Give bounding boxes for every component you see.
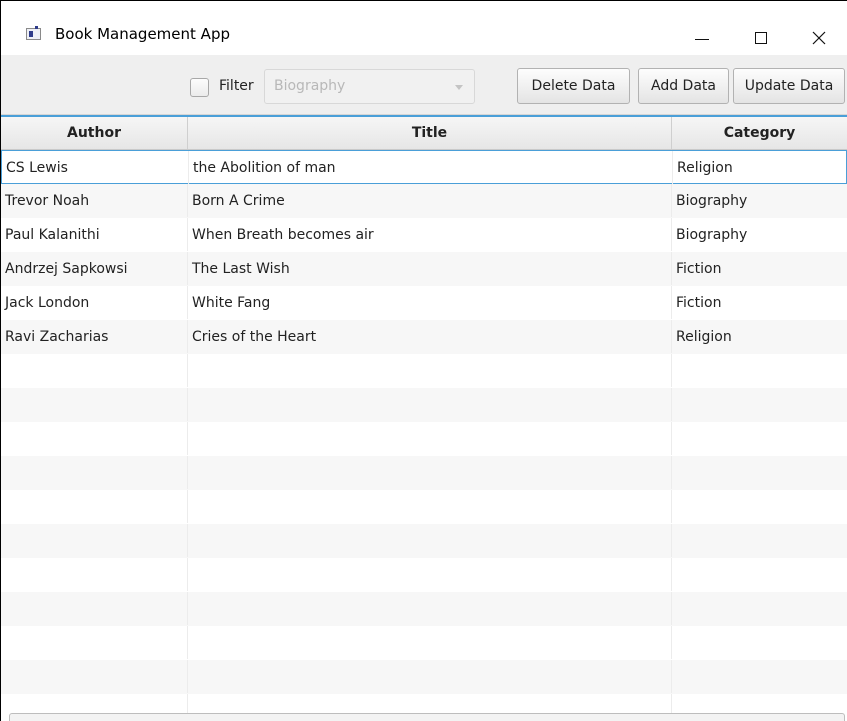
maximize-icon [755, 32, 767, 44]
cell-category: Biography [676, 192, 748, 209]
column-header-category[interactable]: Category [672, 117, 847, 149]
empty-cell [188, 422, 672, 455]
empty-cell [188, 558, 672, 591]
table-row[interactable]: Paul Kalanithi When Breath becomes air B… [1, 218, 847, 252]
add-data-button[interactable]: Add Data [638, 68, 729, 104]
cell-title: When Breath becomes air [188, 218, 672, 251]
empty-row [1, 490, 847, 524]
empty-cell [672, 456, 847, 489]
empty-cell [672, 490, 847, 523]
empty-cell [188, 626, 672, 659]
cell-title: The Last Wish [188, 252, 672, 285]
cell-author: Paul Kalanithi [1, 218, 188, 251]
empty-cell [1, 490, 188, 523]
cell-category: Religion [676, 328, 732, 345]
filter-checkbox[interactable] [190, 78, 209, 97]
empty-cell [1, 626, 188, 659]
cell-category: Fiction [676, 294, 722, 311]
empty-cell [1, 524, 188, 557]
table-row[interactable]: Jack London White Fang Fiction [1, 286, 847, 320]
filter-label[interactable]: Filter [219, 78, 254, 94]
app-window: Book Management App Filter Biography Del… [0, 0, 847, 721]
cell-author: Trevor Noah [1, 184, 188, 217]
empty-cell [672, 422, 847, 455]
empty-cell [672, 524, 847, 557]
title-bar[interactable]: Book Management App [1, 1, 847, 55]
empty-cell [1, 456, 188, 489]
empty-cell [672, 626, 847, 659]
close-icon [812, 31, 826, 45]
window-title: Book Management App [55, 25, 230, 43]
cell-category: Fiction [676, 260, 722, 277]
column-header-author[interactable]: Author [1, 117, 188, 149]
empty-cell [188, 354, 672, 387]
empty-cell [672, 660, 847, 693]
empty-cell [672, 592, 847, 625]
empty-cell [1, 592, 188, 625]
table-row[interactable]: Andrzej Sapkowsi The Last Wish Fiction [1, 252, 847, 286]
category-select[interactable]: Biography [264, 69, 475, 104]
empty-cell [672, 558, 847, 591]
minimize-icon [695, 38, 709, 40]
books-table[interactable]: Author Title Category CS Lewis the Aboli… [1, 115, 847, 721]
category-select-value: Biography [274, 78, 346, 94]
empty-cell [188, 660, 672, 693]
cell-title: Cries of the Heart [188, 320, 672, 353]
chevron-down-icon [455, 85, 463, 90]
table-header: Author Title Category [1, 117, 847, 150]
empty-row [1, 626, 847, 660]
cell-title: the Abolition of man [189, 151, 673, 184]
empty-cell [188, 456, 672, 489]
empty-row [1, 558, 847, 592]
empty-cell [188, 524, 672, 557]
empty-cell [672, 388, 847, 421]
cell-author: Andrzej Sapkowsi [1, 252, 188, 285]
empty-row [1, 422, 847, 456]
horizontal-scrollbar[interactable] [9, 713, 845, 721]
empty-cell [1, 354, 188, 387]
cell-title: Born A Crime [188, 184, 672, 217]
cell-category: Biography [676, 226, 748, 243]
empty-cell [188, 592, 672, 625]
close-button[interactable] [796, 15, 842, 55]
minimize-button[interactable] [679, 15, 725, 55]
empty-row [1, 592, 847, 626]
empty-cell [188, 490, 672, 523]
cell-author: CS Lewis [2, 151, 189, 184]
empty-row [1, 354, 847, 388]
empty-cell [1, 422, 188, 455]
table-row[interactable]: Ravi Zacharias Cries of the Heart Religi… [1, 320, 847, 354]
cell-title: White Fang [188, 286, 672, 319]
table-row[interactable]: CS Lewis the Abolition of man Religion [1, 150, 847, 184]
empty-cell [188, 388, 672, 421]
delete-data-button[interactable]: Delete Data [517, 68, 630, 104]
empty-row [1, 388, 847, 422]
toolbar: Filter Biography Delete Data Add Data Up… [1, 55, 847, 115]
empty-row [1, 660, 847, 694]
cell-category: Religion [677, 159, 733, 176]
empty-cell [1, 558, 188, 591]
empty-row [1, 524, 847, 558]
cell-author: Jack London [1, 286, 188, 319]
update-data-button[interactable]: Update Data [733, 68, 845, 104]
table-row[interactable]: Trevor Noah Born A Crime Biography [1, 184, 847, 218]
empty-cell [1, 660, 188, 693]
empty-cell [1, 388, 188, 421]
empty-row [1, 456, 847, 490]
cell-author: Ravi Zacharias [1, 320, 188, 353]
column-header-title[interactable]: Title [188, 117, 672, 149]
app-icon [26, 26, 41, 40]
empty-cell [672, 354, 847, 387]
maximize-button[interactable] [738, 15, 784, 55]
